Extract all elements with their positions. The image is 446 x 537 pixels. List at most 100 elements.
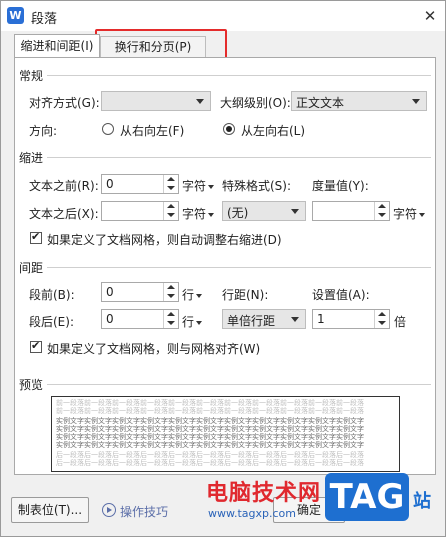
alignment-label: 对齐方式(G): xyxy=(29,96,100,110)
line-spacing-select[interactable]: 单倍行距 xyxy=(222,309,306,329)
setting-value-label: 设置值(A): xyxy=(312,288,370,302)
section-indent-title: 缩进 xyxy=(19,151,44,165)
auto-adjust-label: 如果定义了文档网格，则自动调整右缩进(D) xyxy=(47,233,282,247)
spin-down-icon xyxy=(167,294,175,298)
spacing-after-label: 段后(E): xyxy=(29,315,74,329)
dialog-title: 段落 xyxy=(31,12,58,27)
alignment-select[interactable] xyxy=(101,91,211,111)
watermark-site-name: 电脑技术网 xyxy=(206,481,322,506)
paragraph-preview: 前一段落前一段落前一段落前一段落前一段落前一段落前一段落前一段落前一段落前一段落… xyxy=(51,396,400,472)
wps-writer-icon: W xyxy=(7,7,24,24)
indent-before-spinner[interactable] xyxy=(163,175,178,193)
spin-up-icon xyxy=(167,312,175,316)
checkmark-icon: ✔ xyxy=(31,230,41,243)
spin-up-icon xyxy=(378,204,386,208)
auto-adjust-checkbox[interactable]: ✔ xyxy=(30,230,42,244)
preview-next-line: 后一段落后一段落后一段落后一段落后一段落后一段落后一段落后一段落后一段落后一段落… xyxy=(56,459,364,467)
measure-spinner[interactable] xyxy=(374,202,389,220)
indent-before-value: 0 xyxy=(106,177,114,191)
radio-selected-dot xyxy=(226,126,232,132)
chevron-down-icon xyxy=(196,320,203,325)
preview-prev-line: 前一段落前一段落前一段落前一段落前一段落前一段落前一段落前一段落前一段落前一段落… xyxy=(56,407,364,415)
measure-input[interactable] xyxy=(312,201,390,221)
spacing-after-unit[interactable]: 行 xyxy=(182,313,203,330)
outline-level-value: 正文文本 xyxy=(296,96,345,110)
watermark-suffix: 站 xyxy=(413,491,431,512)
spin-down-icon xyxy=(378,213,386,217)
spacing-after-value: 0 xyxy=(106,312,114,326)
section-divider xyxy=(47,384,431,385)
indent-before-input[interactable]: 0 xyxy=(101,174,179,194)
spin-up-icon xyxy=(378,312,386,316)
chevron-down-icon xyxy=(291,317,299,322)
outline-level-label: 大纲级别(O): xyxy=(220,96,291,110)
spacing-before-label: 段前(B): xyxy=(29,288,75,302)
play-triangle xyxy=(107,507,112,513)
section-spacing-title: 间距 xyxy=(19,261,44,275)
tab-indent-spacing[interactable]: 缩进和间距(I) xyxy=(14,34,100,57)
watermark-tag-logo: TAG xyxy=(325,473,409,521)
indent-after-label: 文本之后(X): xyxy=(29,207,99,221)
setting-value-spinner[interactable] xyxy=(374,310,389,328)
direction-label: 方向: xyxy=(29,124,58,138)
rtl-label: 从右向左(F) xyxy=(120,124,185,138)
chevron-down-icon xyxy=(208,184,215,189)
chevron-down-icon xyxy=(196,99,204,104)
spin-down-icon xyxy=(167,321,175,325)
paragraph-dialog: W 段落 ✕ 缩进和间距(I) 换行和分页(P) 常规 对齐方式(G): 大纲级… xyxy=(0,0,446,537)
chevron-down-icon xyxy=(291,209,299,214)
chevron-down-icon xyxy=(419,212,426,217)
chevron-down-icon xyxy=(208,212,215,217)
spin-down-icon xyxy=(378,321,386,325)
rtl-radio[interactable] xyxy=(102,123,114,135)
setting-value-input[interactable]: 1 xyxy=(312,309,390,329)
tab-stops-button[interactable]: 制表位(T)... xyxy=(11,497,89,523)
setting-value-value: 1 xyxy=(317,312,325,326)
indent-before-label: 文本之前(R): xyxy=(29,179,99,193)
chevron-down-icon xyxy=(412,99,420,104)
preview-sample-line: 实例文字实例文字实例文字实例文字实例文字实例文字实例文字实例文字实例文字实例文字… xyxy=(56,425,364,433)
indent-after-spinner[interactable] xyxy=(163,202,178,220)
section-general-title: 常规 xyxy=(19,69,44,83)
spacing-before-value: 0 xyxy=(106,285,114,299)
setting-value-unit: 倍 xyxy=(394,315,407,329)
indent-after-input[interactable] xyxy=(101,201,179,221)
section-preview-title: 预览 xyxy=(19,378,44,392)
title-bar: W 段落 ✕ xyxy=(1,1,445,31)
spacing-before-unit[interactable]: 行 xyxy=(182,286,203,303)
snap-grid-label: 如果定义了文档网格，则与网格对齐(W) xyxy=(47,342,261,356)
spin-up-icon xyxy=(167,285,175,289)
tips-link[interactable]: 操作技巧 xyxy=(120,503,168,520)
section-divider xyxy=(47,267,431,268)
spin-down-icon xyxy=(167,213,175,217)
line-spacing-label: 行距(N): xyxy=(222,288,269,302)
ltr-radio[interactable] xyxy=(223,123,235,135)
indent-after-unit[interactable]: 字符 xyxy=(182,205,215,222)
play-icon[interactable] xyxy=(102,503,116,517)
snap-grid-checkbox[interactable]: ✔ xyxy=(30,339,42,353)
section-divider xyxy=(47,75,431,76)
preview-sample-line: 实例文字实例文字实例文字实例文字实例文字实例文字实例文字实例文字实例文字实例文字… xyxy=(56,441,364,449)
special-format-label: 特殊格式(S): xyxy=(222,179,292,193)
outline-level-select[interactable]: 正文文本 xyxy=(291,91,427,111)
indent-before-unit[interactable]: 字符 xyxy=(182,177,215,194)
special-format-select[interactable]: (无) xyxy=(222,201,306,221)
spin-down-icon xyxy=(167,186,175,190)
ltr-label: 从左向右(L) xyxy=(241,124,306,138)
preview-next-line: 后一段落后一段落后一段落后一段落后一段落后一段落后一段落后一段落后一段落后一段落… xyxy=(56,451,364,459)
spacing-before-input[interactable]: 0 xyxy=(101,282,179,302)
spacing-before-spinner[interactable] xyxy=(163,283,178,301)
spacing-after-input[interactable]: 0 xyxy=(101,309,179,329)
measure-unit[interactable]: 字符 xyxy=(393,205,426,222)
spin-up-icon xyxy=(167,204,175,208)
measure-label: 度量值(Y): xyxy=(312,179,369,193)
watermark-url: www.tagxp.com xyxy=(208,507,296,520)
close-icon[interactable]: ✕ xyxy=(419,5,441,27)
special-format-value: (无) xyxy=(227,206,249,220)
preview-prev-line: 前一段落前一段落前一段落前一段落前一段落前一段落前一段落前一段落前一段落前一段落… xyxy=(56,399,364,407)
line-spacing-value: 单倍行距 xyxy=(227,314,276,328)
chevron-down-icon xyxy=(196,293,203,298)
preview-sample-line: 实例文字实例文字实例文字实例文字实例文字实例文字实例文字实例文字实例文字实例文字… xyxy=(56,433,364,441)
preview-sample-line: 实例文字实例文字实例文字实例文字实例文字实例文字实例文字实例文字实例文字实例文字… xyxy=(56,417,364,425)
spacing-after-spinner[interactable] xyxy=(163,310,178,328)
